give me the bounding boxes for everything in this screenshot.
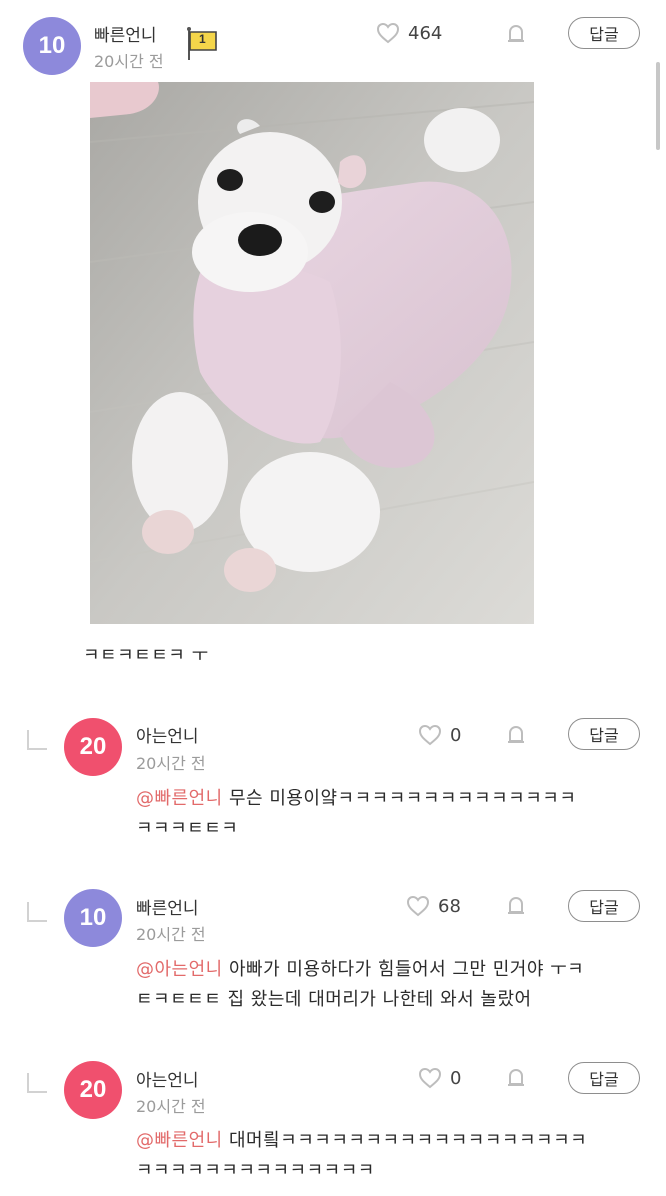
post-nickname[interactable]: 빠른언니 bbox=[94, 21, 157, 46]
post-text: ㅋㅌㅋㅌㅌㅋ ㅜ bbox=[83, 645, 209, 666]
post-level-avatar: 10 bbox=[23, 17, 81, 75]
mention-link[interactable]: @빠른언니 bbox=[136, 1130, 223, 1151]
post-reply-button[interactable]: 답글 bbox=[568, 17, 640, 49]
comment-like-count: 68 bbox=[438, 895, 461, 917]
heart-icon bbox=[376, 22, 400, 44]
comment-text: @빠른언니 무슨 미용이얔ㅋㅋㅋㅋㅋㅋㅋㅋㅋㅋㅋㅋㅋㅋ ㅋㅋㅋㅌㅌㅋ bbox=[136, 784, 646, 844]
comment-text-line-2: ㅌㅋㅌㅌㅌ 집 왔는데 대머리가 나한테 와서 놀랐어 bbox=[136, 989, 532, 1010]
post-like-button[interactable]: 464 bbox=[376, 22, 442, 44]
post-like-count: 464 bbox=[408, 22, 443, 44]
comment-text-line-1: @빠른언니 무슨 미용이얔ㅋㅋㅋㅋㅋㅋㅋㅋㅋㅋㅋㅋㅋㅋ bbox=[136, 784, 646, 814]
reply-indent-icon bbox=[27, 902, 47, 922]
comment-text-line-1: @아는언니 아빠가 미용하다가 힘들어서 그만 민거야 ㅜㅋ bbox=[136, 955, 646, 985]
reply-indent-icon bbox=[27, 730, 47, 750]
comment-level-avatar: 20 bbox=[64, 718, 122, 776]
comment-text-content: 대머릨ㅋㅋㅋㅋㅋㅋㅋㅋㅋㅋㅋㅋㅋㅋㅋㅋㅋㅋ bbox=[222, 1130, 588, 1151]
comment-like-count: 0 bbox=[450, 1067, 462, 1089]
post-photo[interactable] bbox=[90, 82, 534, 624]
post-time: 20시간 전 bbox=[94, 52, 164, 71]
comment-nickname[interactable]: 아는언니 bbox=[136, 722, 199, 747]
bell-icon[interactable] bbox=[505, 895, 527, 921]
comment-like-count: 0 bbox=[450, 724, 462, 746]
heart-icon bbox=[418, 724, 442, 746]
comment-time: 20시간 전 bbox=[136, 754, 206, 773]
comment-reply-button[interactable]: 답글 bbox=[568, 718, 640, 750]
comment-text: @아는언니 아빠가 미용하다가 힘들어서 그만 민거야 ㅜㅋ ㅌㅋㅌㅌㅌ 집 왔… bbox=[136, 955, 646, 1015]
bell-icon[interactable] bbox=[505, 724, 527, 750]
comment-text-line-2: ㅋㅋㅋㅌㅌㅋ bbox=[136, 818, 239, 839]
comment-text-content: 아빠가 미용하다가 힘들어서 그만 민거야 ㅜㅋ bbox=[222, 959, 585, 980]
comment-like-button[interactable]: 68 bbox=[406, 895, 461, 917]
comment-reply-button[interactable]: 답글 bbox=[568, 890, 640, 922]
mention-link[interactable]: @아는언니 bbox=[136, 959, 223, 980]
comment-reply-button[interactable]: 답글 bbox=[568, 1062, 640, 1094]
comment-time: 20시간 전 bbox=[136, 925, 206, 944]
flag-icon: 1 bbox=[185, 26, 221, 62]
comment-level-avatar: 20 bbox=[64, 1061, 122, 1119]
comment-nickname[interactable]: 아는언니 bbox=[136, 1066, 199, 1091]
comment-nickname[interactable]: 빠른언니 bbox=[136, 894, 199, 919]
comment-text-line-1: @빠른언니 대머릨ㅋㅋㅋㅋㅋㅋㅋㅋㅋㅋㅋㅋㅋㅋㅋㅋㅋㅋ bbox=[136, 1126, 646, 1156]
reply-indent-icon bbox=[27, 1073, 47, 1093]
comment-text-line-2: ㅋㅋㅋㅋㅋㅋㅋㅋㅋㅋㅋㅋㅋㅋ bbox=[136, 1160, 375, 1181]
scrollbar[interactable] bbox=[656, 62, 660, 150]
heart-icon bbox=[418, 1067, 442, 1089]
comment-time: 20시간 전 bbox=[136, 1097, 206, 1116]
heart-icon bbox=[406, 895, 430, 917]
comment-level-avatar: 10 bbox=[64, 889, 122, 947]
comment-like-button[interactable]: 0 bbox=[418, 724, 461, 746]
comment-like-button[interactable]: 0 bbox=[418, 1067, 461, 1089]
bell-icon[interactable] bbox=[505, 1067, 527, 1093]
mention-link[interactable]: @빠른언니 bbox=[136, 788, 223, 809]
comment-text: @빠른언니 대머릨ㅋㅋㅋㅋㅋㅋㅋㅋㅋㅋㅋㅋㅋㅋㅋㅋㅋㅋ ㅋㅋㅋㅋㅋㅋㅋㅋㅋㅋㅋㅋ… bbox=[136, 1126, 646, 1186]
bell-icon[interactable] bbox=[505, 23, 527, 49]
comment-text-content: 무슨 미용이얔ㅋㅋㅋㅋㅋㅋㅋㅋㅋㅋㅋㅋㅋㅋ bbox=[222, 788, 577, 809]
flag-badge-number: 1 bbox=[199, 32, 206, 46]
